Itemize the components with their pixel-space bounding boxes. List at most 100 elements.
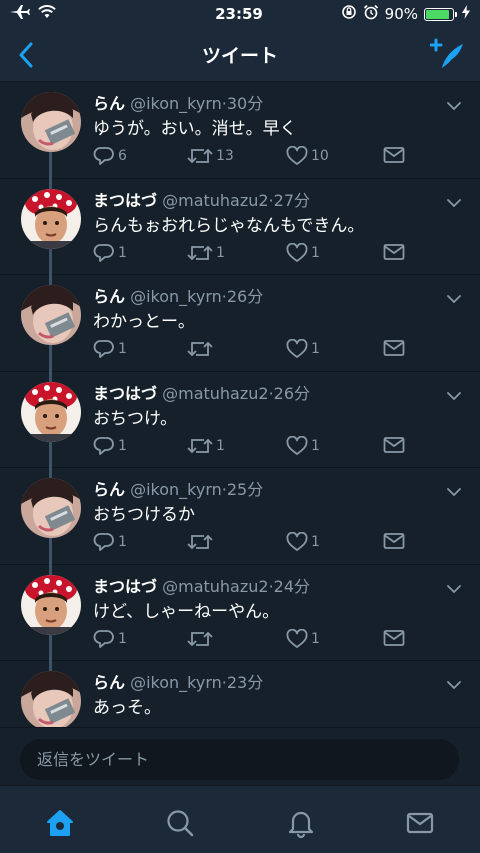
tweet-row[interactable]: まつはづ @matuhazu2·26分 おちつけ。 1 1 1: [0, 371, 480, 469]
share-dm-button[interactable]: [383, 146, 405, 164]
avatar[interactable]: [21, 381, 81, 442]
tweet-options-button[interactable]: [446, 579, 462, 593]
display-name[interactable]: らん: [93, 673, 125, 692]
share-dm-button[interactable]: [383, 436, 405, 454]
tweet-text: ゆうが。おい。消せ。早く: [93, 119, 297, 139]
display-name[interactable]: らん: [93, 287, 125, 306]
battery-icon: [424, 7, 457, 21]
avatar[interactable]: [21, 92, 81, 152]
tweet-options-button[interactable]: [446, 96, 462, 111]
retweet-icon: [187, 245, 213, 260]
retweet-button[interactable]: [187, 629, 216, 649]
charging-icon: [462, 5, 470, 23]
display-name[interactable]: まつはづ: [93, 384, 157, 403]
share-dm-button[interactable]: [383, 339, 405, 357]
alarm-icon: [363, 4, 379, 24]
retweet-button[interactable]: 13: [187, 146, 234, 166]
tab-messages[interactable]: [405, 808, 435, 838]
like-count: 1: [311, 630, 320, 647]
tweet-options-button[interactable]: [446, 193, 462, 207]
retweet-button[interactable]: [187, 532, 216, 552]
reply-icon: [93, 436, 114, 455]
tweet-text: おちつけ。: [93, 408, 178, 429]
retweet-icon: [187, 631, 213, 646]
like-button[interactable]: 10: [286, 146, 329, 166]
timestamp: 27分: [273, 190, 311, 210]
timestamp: 26分: [273, 383, 311, 403]
reply-count: 1: [118, 341, 127, 357]
like-icon: [286, 146, 308, 165]
share-dm-button[interactable]: [383, 629, 405, 647]
back-button[interactable]: [14, 40, 42, 70]
tweet-text: けど、しゃーねーやん。: [93, 601, 280, 622]
tweet-options-button[interactable]: [446, 289, 462, 304]
reply-button[interactable]: 6: [93, 146, 127, 166]
display-name[interactable]: まつはづ: [93, 191, 157, 210]
tweet-actions: 6 13 10: [93, 146, 413, 168]
tweet-actions: 1 1 1: [93, 242, 413, 265]
avatar[interactable]: [21, 478, 81, 538]
tweet-options-button[interactable]: [446, 482, 462, 497]
retweet-button[interactable]: [187, 339, 216, 359]
reply-count: 1: [118, 437, 127, 454]
avatar[interactable]: [21, 671, 81, 727]
tweet-options-button[interactable]: [446, 675, 462, 690]
display-name[interactable]: まつはづ: [93, 577, 157, 596]
chevron-down-icon: [447, 391, 461, 400]
share-dm-button[interactable]: [383, 243, 405, 261]
compose-tweet-button[interactable]: [429, 38, 466, 72]
tweet-header: まつはづ @matuhazu2·26分: [93, 380, 310, 404]
tweet-row[interactable]: らん @ikon_kyrn·30分 ゆうが。おい。消せ。早く 6 13 10: [0, 82, 480, 179]
tweet-row[interactable]: まつはづ @matuhazu2·24分 けど、しゃーねーやん。 1 1: [0, 564, 480, 662]
display-name[interactable]: らん: [93, 94, 125, 113]
like-button[interactable]: 1: [286, 339, 320, 359]
reply-input[interactable]: [20, 739, 459, 780]
thread-line: [49, 275, 52, 285]
reply-button[interactable]: 1: [93, 339, 127, 359]
like-button[interactable]: 1: [286, 435, 320, 456]
tab-home[interactable]: [45, 808, 75, 838]
avatar[interactable]: [21, 188, 81, 249]
reply-button[interactable]: 1: [93, 629, 127, 649]
reply-button[interactable]: 1: [93, 243, 127, 263]
like-count: 1: [311, 341, 320, 357]
tweet-header: まつはづ @matuhazu2·24分: [93, 573, 310, 597]
thread-line: [49, 178, 52, 189]
like-icon: [286, 242, 308, 262]
timestamp: 23分: [226, 673, 264, 692]
tweet-options-button[interactable]: [446, 386, 462, 400]
user-handle[interactable]: @matuhazu2: [162, 191, 268, 210]
tweet-row[interactable]: まつはづ @matuhazu2·27分 らんもぉおれらじゃなんもできん。 1 1…: [0, 178, 480, 276]
reply-icon: [93, 629, 114, 648]
retweet-button[interactable]: 1: [187, 436, 225, 456]
share-dm-icon: [383, 533, 405, 549]
tab-notifications[interactable]: [286, 808, 316, 839]
user-handle[interactable]: @matuhazu2: [162, 577, 268, 596]
user-handle[interactable]: @matuhazu2: [162, 384, 268, 403]
user-handle[interactable]: @ikon_kyrn: [130, 94, 222, 113]
tweet-row[interactable]: らん @ikon_kyrn·23分 あっそ。: [0, 661, 480, 727]
like-button[interactable]: 1: [286, 532, 320, 552]
thread-line: [49, 634, 52, 662]
display-name[interactable]: らん: [93, 480, 125, 499]
tab-search[interactable]: [165, 808, 195, 838]
user-handle[interactable]: @ikon_kyrn: [130, 673, 222, 692]
thread-line: [49, 441, 52, 469]
like-button[interactable]: 1: [286, 628, 320, 649]
reply-count: 1: [118, 244, 127, 261]
chevron-down-icon: [447, 198, 461, 207]
airplane-icon: [8, 4, 30, 24]
thread-line: [49, 371, 52, 382]
reply-button[interactable]: 1: [93, 532, 127, 552]
like-button[interactable]: 1: [286, 242, 320, 263]
user-handle[interactable]: @ikon_kyrn: [130, 480, 222, 499]
avatar[interactable]: [21, 574, 81, 635]
tweet-row[interactable]: らん @ikon_kyrn·25分 おちつけるか 1 1: [0, 468, 480, 565]
tweet-row[interactable]: らん @ikon_kyrn·26分 わかっとー。 1 1: [0, 275, 480, 372]
share-dm-button[interactable]: [383, 532, 405, 550]
retweet-button[interactable]: 1: [187, 243, 225, 263]
avatar[interactable]: [21, 285, 81, 345]
tweet-actions: 1 1 1: [93, 435, 413, 458]
user-handle[interactable]: @ikon_kyrn: [130, 287, 222, 306]
reply-button[interactable]: 1: [93, 436, 127, 456]
